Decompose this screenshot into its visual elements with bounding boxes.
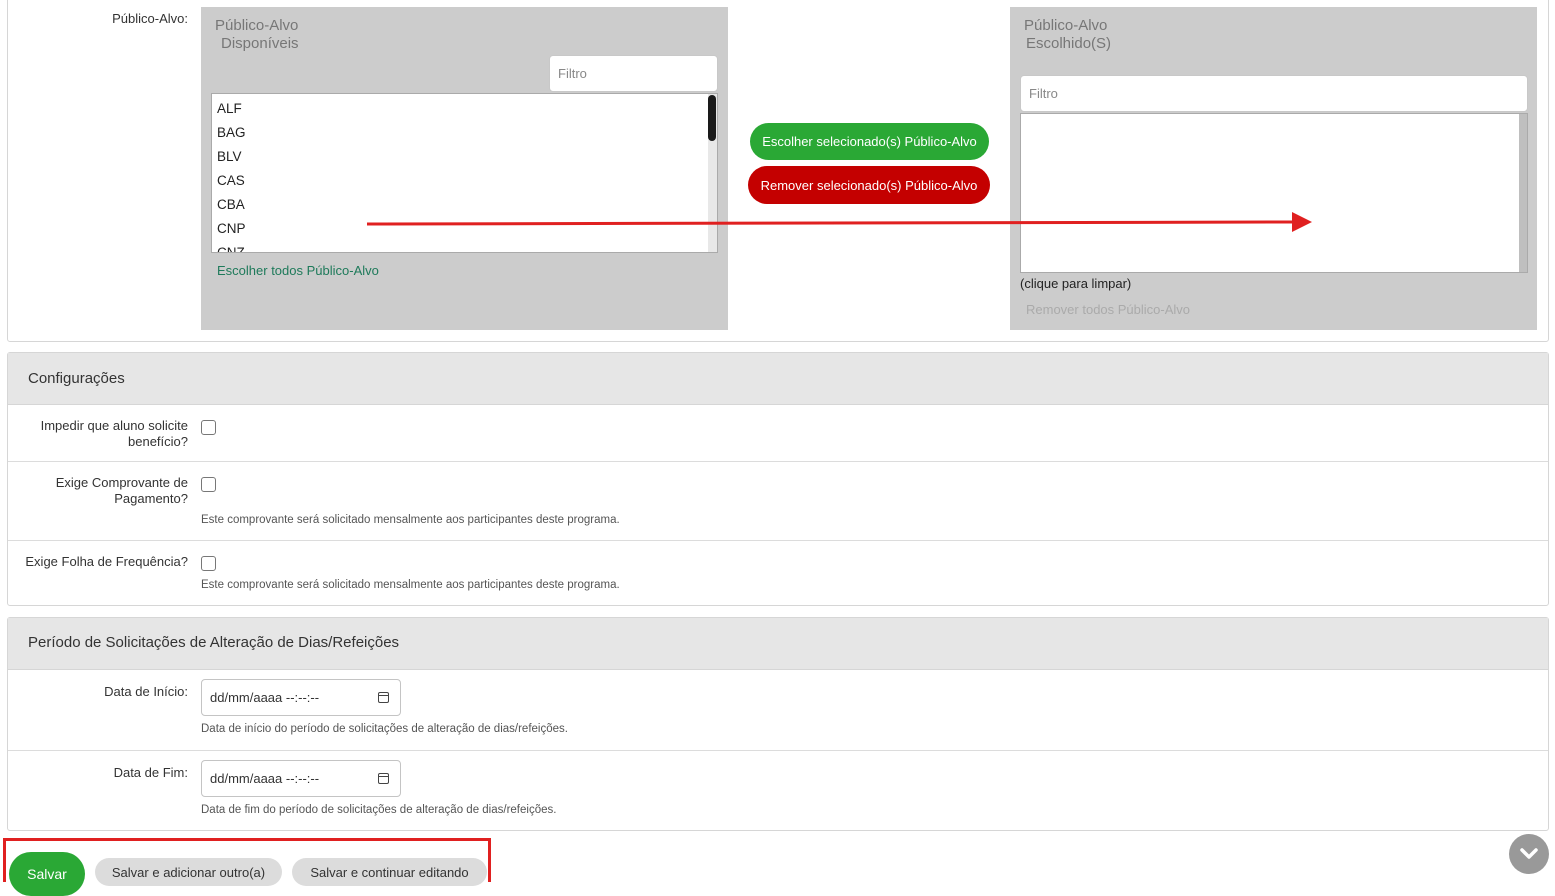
comprovante-help: Este comprovante será solicitado mensalm… — [201, 514, 620, 526]
comprovante-label: Exige Comprovante de Pagamento? — [55, 475, 188, 506]
configuracoes-title: Configurações — [28, 370, 125, 387]
calendar-icon[interactable] — [378, 773, 389, 784]
chevron-down-icon — [1520, 848, 1538, 859]
fim-label: Data de Fim: — [113, 765, 188, 780]
calendar-icon[interactable] — [378, 692, 389, 703]
impedir-checkbox[interactable] — [201, 420, 216, 435]
folha-label: Exige Folha de Frequência? — [25, 554, 188, 569]
periodo-header: Período de Solicitações de Alteração de … — [8, 618, 1548, 670]
inicio-help: Data de início do período de solicitaçõe… — [201, 723, 568, 735]
annotation-rectangle — [3, 838, 491, 882]
inicio-label: Data de Início: — [104, 684, 188, 699]
folha-help: Este comprovante será solicitado mensalm… — [201, 579, 620, 591]
comprovante-checkbox[interactable] — [201, 477, 216, 492]
fim-datetime-input[interactable]: dd/mm/aaaa --:--:-- — [201, 760, 401, 797]
impedir-label: Impedir que aluno solicite benefício? — [40, 418, 188, 449]
folha-checkbox[interactable] — [201, 556, 216, 571]
fim-help: Data de fim do período de solicitações d… — [201, 804, 557, 816]
scroll-down-button[interactable] — [1509, 834, 1549, 874]
configuracoes-header: Configurações — [8, 353, 1548, 405]
periodo-title: Período de Solicitações de Alteração de … — [28, 634, 400, 651]
inicio-datetime-input[interactable]: dd/mm/aaaa --:--:-- — [201, 679, 401, 716]
configuracoes-panel: Configurações — [7, 352, 1549, 606]
